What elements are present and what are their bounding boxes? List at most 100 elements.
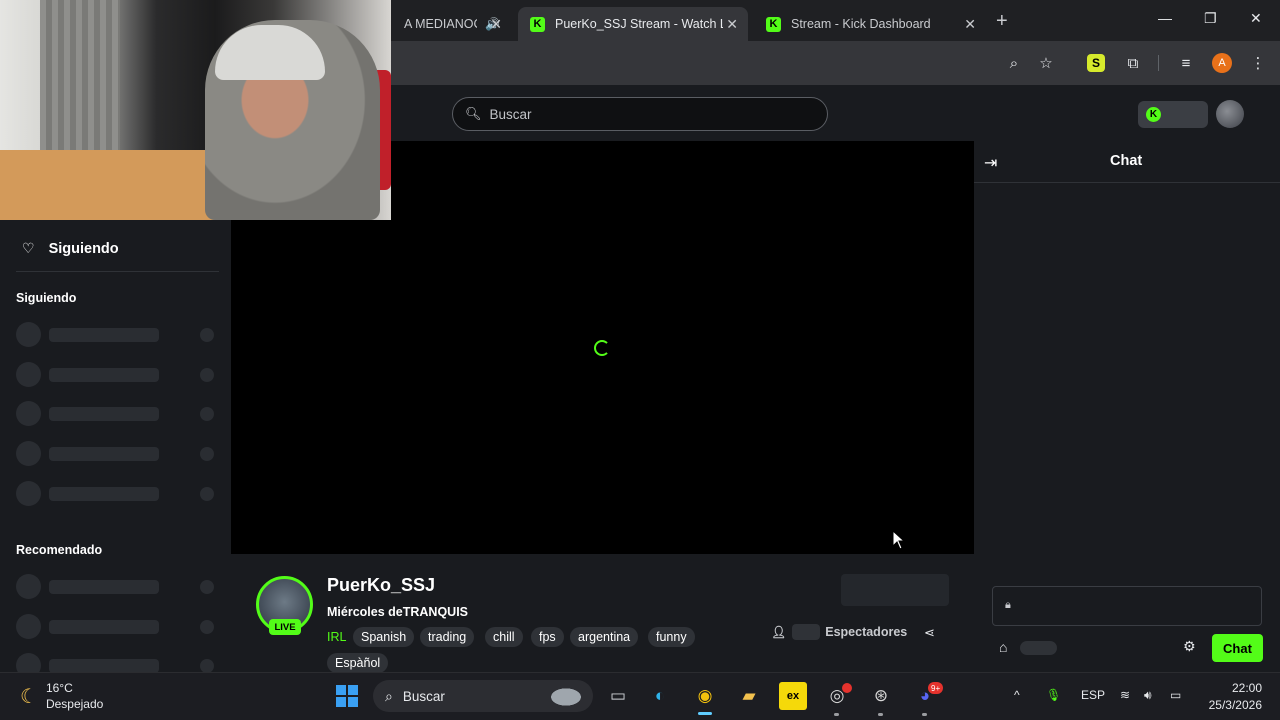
chrome-icon[interactable]: ◉ [691,682,719,710]
section-recommended-heading: Recomendado [16,543,103,557]
search-icon: ⌕ [385,687,393,704]
lock-icon: 🔒︎ [1005,599,1011,611]
app-icon[interactable]: ⊛ [867,682,895,710]
running-app-dot [878,713,883,716]
tag-pill[interactable]: Spanish [353,627,415,647]
channel-skeleton-row [16,614,216,640]
follow-button-placeholder[interactable] [841,574,949,606]
store-icon[interactable]: ⌂ [999,639,1007,655]
stream-category-link[interactable]: IRL [327,630,346,644]
share-icon[interactable]: ⋖ [924,625,935,641]
kick-favicon-icon: K [530,16,545,32]
channel-name[interactable]: PuerKo_SSJ [327,575,435,596]
edge-icon[interactable]: ◐ [646,682,674,710]
channel-skeleton-row [16,401,216,427]
clock-date: 25/3/2026 [1208,698,1262,712]
microphone-icon[interactable]: 🎙︎ [1046,688,1061,702]
chat-input[interactable]: 🔒︎ [992,586,1262,626]
task-view-icon[interactable]: ▭ [604,682,632,710]
gear-icon[interactable]: ⚙ [1183,638,1196,655]
weather-temp: 16°C [45,681,73,695]
following-label: Siguiendo [48,240,119,257]
webcam-overlay [0,0,391,220]
tab-title: A MEDIANOCHE [404,17,477,31]
section-following-heading: Siguiendo [16,291,77,305]
minimize-icon[interactable]: — [1158,10,1172,26]
running-app-dot [834,713,839,716]
start-button[interactable] [333,682,361,710]
tray-overflow-icon[interactable]: ^ [1014,688,1020,702]
media-controls-icon[interactable]: ≡ [1175,52,1197,74]
restore-icon[interactable]: ❐ [1204,10,1217,27]
tab-puerko-stream[interactable]: K PuerKo_SSJ Stream - Watch Live ✕ [518,7,748,41]
screen: A MEDIANOCHE 🔊 ✕ K PuerKo_SSJ Stream - W… [0,0,1280,720]
channel-skeleton-row [16,574,216,600]
chat-divider [974,182,1280,183]
new-tab-icon[interactable]: + [996,10,1008,33]
kick-favicon-icon: K [766,16,781,32]
heart-icon: ♡ [22,240,35,256]
tag-pill[interactable]: argentina [570,627,639,647]
search-highlight-icon [547,686,585,706]
notification-badge [842,683,852,693]
channel-skeleton-row [16,481,216,507]
taskbar-search[interactable]: ⌕ Buscar [373,680,593,712]
active-app-indicator [698,712,712,715]
collapse-chat-icon[interactable]: ⇥ [984,153,997,173]
chat-send-button[interactable]: Chat [1212,634,1263,662]
extensions-puzzle-icon[interactable]: ⧉ [1122,52,1144,74]
search-input[interactable] [489,106,790,122]
stream-title: Miércoles deTRANQUIS [327,605,469,619]
bookmark-star-icon[interactable]: ☆ [1035,52,1057,74]
extension-s-icon[interactable]: S [1085,52,1107,74]
clock-time: 22:00 [1231,681,1262,695]
close-tab-icon[interactable]: ✕ [726,16,738,33]
discord-badge: 9+ [928,682,944,694]
moon-icon: ☾ [20,685,38,708]
viewers-label: Espectadores [825,625,908,639]
channel-skeleton-row [16,322,216,348]
chat-title: Chat [1110,153,1143,169]
weather-widget[interactable]: ☾ 16°C Despejado [20,680,103,712]
viewer-count: 👤︎ Espectadores [771,624,907,640]
viewers-icon: 👤︎ [771,625,787,639]
tab-medianoche[interactable]: A MEDIANOCHE 🔊 ✕ [392,7,512,41]
browser-menu-icon[interactable]: ⋮ [1247,52,1269,74]
kick-logo-icon: K [1146,107,1161,122]
tag-pill[interactable]: trading [420,627,475,647]
following-toggle[interactable]: ♡ Siguiendo [22,240,119,257]
profile-initial: A [1212,53,1232,73]
live-badge: LIVE [269,619,301,635]
tag-pill[interactable]: fps [531,627,564,647]
close-tab-icon[interactable]: ✕ [964,16,976,33]
close-tab-icon[interactable]: ✕ [490,16,502,33]
site-search[interactable]: 🔍︎ [452,97,828,131]
file-explorer-icon[interactable]: ▰ [735,682,763,710]
battery-icon[interactable]: ▭ [1170,688,1181,702]
tag-pill[interactable]: funny [648,627,695,647]
viewer-number-placeholder [792,624,821,640]
channel-points-placeholder[interactable] [1020,641,1057,655]
channel-skeleton-row [16,441,216,467]
kick-points-button[interactable]: K [1138,101,1208,128]
zoom-icon[interactable]: ⌕ [1003,52,1025,74]
weather-desc: Despejado [45,697,104,711]
tab-kick-dashboard[interactable]: K Stream - Kick Dashboard ✕ [754,7,986,41]
loading-spinner-icon [594,340,610,356]
taskbar-search-label: Buscar [402,688,445,704]
exness-icon[interactable]: ex [779,682,807,710]
system-clock[interactable]: 22:00 25/3/2026 [1204,680,1262,714]
search-icon: 🔍︎ [465,106,482,121]
extension-letter: S [1087,54,1105,72]
language-indicator[interactable]: ESP [1081,688,1105,702]
user-avatar[interactable] [1216,100,1244,128]
channel-skeleton-row [16,362,216,388]
running-app-dot [922,713,927,716]
tag-pill[interactable]: Espàñol [327,653,389,673]
tag-pill[interactable]: chill [485,627,523,647]
close-window-icon[interactable]: ✕ [1250,10,1262,27]
volume-icon[interactable]: 🔊︎ [1144,688,1152,703]
sidebar-divider [16,271,219,272]
wifi-icon[interactable]: ≋ [1120,688,1130,702]
profile-avatar[interactable]: A [1211,52,1233,74]
